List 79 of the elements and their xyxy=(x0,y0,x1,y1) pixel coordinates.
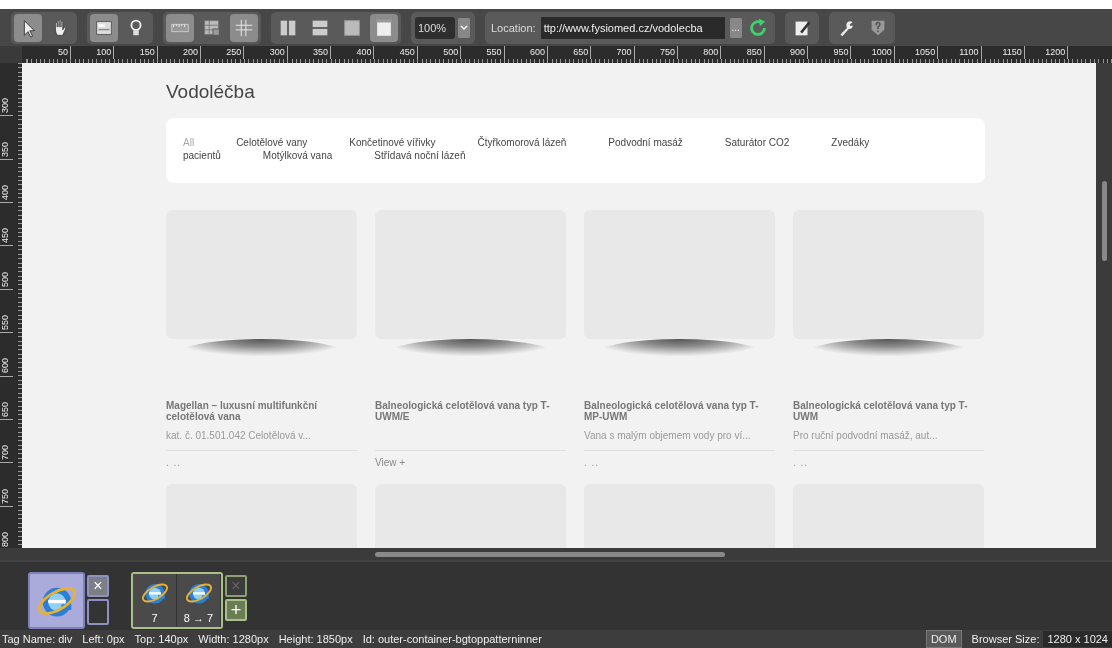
chevron-icon xyxy=(460,24,468,31)
product-title[interactable]: Balneologická celotělová vana typ T-UWM xyxy=(793,400,984,422)
ruler-corner xyxy=(0,46,22,63)
ruler-label: 450 xyxy=(399,47,415,57)
ruler-label: 800 xyxy=(0,531,10,548)
filter-link[interactable]: Podvodní masáž xyxy=(608,136,683,149)
scroll-thumb[interactable] xyxy=(375,551,725,557)
product-description: kat. č. 01.501.042 Celotělová v... xyxy=(166,430,312,441)
ruler-label: 150 xyxy=(139,47,155,57)
ruler-label: 50 xyxy=(57,47,68,57)
toolbar-button[interactable] xyxy=(370,13,398,42)
location-label: Location: xyxy=(491,21,536,34)
filter-link[interactable]: Celotělové vany xyxy=(236,136,308,149)
ruler-label: 400 xyxy=(356,47,372,57)
ruler-label: 900 xyxy=(790,47,806,57)
filter-link[interactable]: Střídavá noční lázeň xyxy=(374,149,466,162)
ruler-label: 1100 xyxy=(959,47,979,57)
ruler-label: 100 xyxy=(96,47,112,57)
product-title[interactable]: Balneologická celotělová vana typ T-UWM/E xyxy=(375,400,566,422)
ruler-label: 200 xyxy=(183,47,199,57)
filter-link[interactable]: Čtyřkomorová lázeň xyxy=(477,136,567,149)
ruler-label: 1000 xyxy=(871,47,892,57)
browser-size-field[interactable]: 1280 x 1024 xyxy=(1043,631,1112,647)
toolbar-button[interactable] xyxy=(90,13,118,42)
ruler-label: 400 xyxy=(0,185,10,203)
close-button[interactable]: × xyxy=(87,575,109,597)
browser-size-label: Browser Size: xyxy=(971,633,1040,645)
ruler-label: 1150 xyxy=(1002,47,1022,57)
ruler-label: 300 xyxy=(269,47,285,57)
ruler-label: 1200 xyxy=(1045,47,1066,57)
ruler-label: 600 xyxy=(529,47,545,57)
filter-link[interactable]: Končetinové vířivky xyxy=(349,136,436,149)
dropdown-button[interactable] xyxy=(458,17,470,38)
status-text: Id: outer-container-bgtoppatterninner xyxy=(362,633,542,645)
status-text: Top: 140px xyxy=(134,633,189,645)
ruler-label: 250 xyxy=(226,47,242,57)
ruler-label: 950 xyxy=(833,47,849,57)
ruler-label: 350 xyxy=(0,141,10,159)
ruler-label: 300 xyxy=(0,98,10,116)
status-text: Height: 1850px xyxy=(278,633,353,645)
ruler-label: 550 xyxy=(486,47,502,57)
status-text: Tag Name: div xyxy=(2,633,73,645)
ruler-label: 700 xyxy=(616,47,632,57)
ruler-label: 850 xyxy=(746,47,762,57)
location-field[interactable]: ttp://www.fysiomed.cz/vodolecba xyxy=(540,16,725,39)
vertical-scrollbar[interactable] xyxy=(1096,63,1112,548)
ruler-label: 650 xyxy=(573,47,589,57)
ruler-label: 800 xyxy=(703,47,719,57)
ruler-label: 600 xyxy=(0,358,10,376)
status-text: Width: 1280px xyxy=(198,633,269,645)
session-tab[interactable]: 7 xyxy=(133,574,177,627)
ruler-label: 500 xyxy=(443,47,459,57)
ruler-label: 650 xyxy=(0,401,10,419)
ruler-label: 750 xyxy=(659,47,675,57)
filter-link[interactable]: Saturátor CO2 xyxy=(724,136,790,149)
product-description: Vana s malým objemem vody pro ví... xyxy=(584,430,752,441)
ruler-label: 500 xyxy=(0,271,10,289)
add-button[interactable]: + xyxy=(225,599,247,621)
zoom-field[interactable]: 100% xyxy=(415,16,455,39)
ruler-label: 1050 xyxy=(915,47,936,57)
dom-button[interactable]: DOM xyxy=(925,630,962,648)
ruler-label: 450 xyxy=(0,228,10,246)
ruler-label: 550 xyxy=(0,315,10,333)
session-tab[interactable]: 8 → 7 xyxy=(177,574,221,627)
ruler-label: 750 xyxy=(0,488,10,506)
ruler-label: 350 xyxy=(313,47,329,57)
scroll-thumb[interactable] xyxy=(1101,181,1107,261)
page-title: Vodoléčba xyxy=(166,81,256,103)
filter-link[interactable]: Motýlková vana xyxy=(262,149,333,162)
empty-slot xyxy=(87,599,109,625)
status-text: Left: 0px xyxy=(82,633,125,645)
product-title[interactable]: Balneologická celotělová vana typ T-MP-UWM xyxy=(584,400,775,422)
filter-link[interactable]: Zvedáky xyxy=(831,136,870,149)
session-tab[interactable] xyxy=(28,572,85,629)
ruler-label: 700 xyxy=(0,445,10,463)
toolbar-button[interactable] xyxy=(14,13,42,42)
product-title[interactable]: Magellan – luxusní multifunkční celotělová vana xyxy=(166,400,357,422)
product-description: Pro ruční podvodní masáž, aut... xyxy=(793,430,939,441)
filter-link[interactable]: pacientů xyxy=(183,149,221,162)
